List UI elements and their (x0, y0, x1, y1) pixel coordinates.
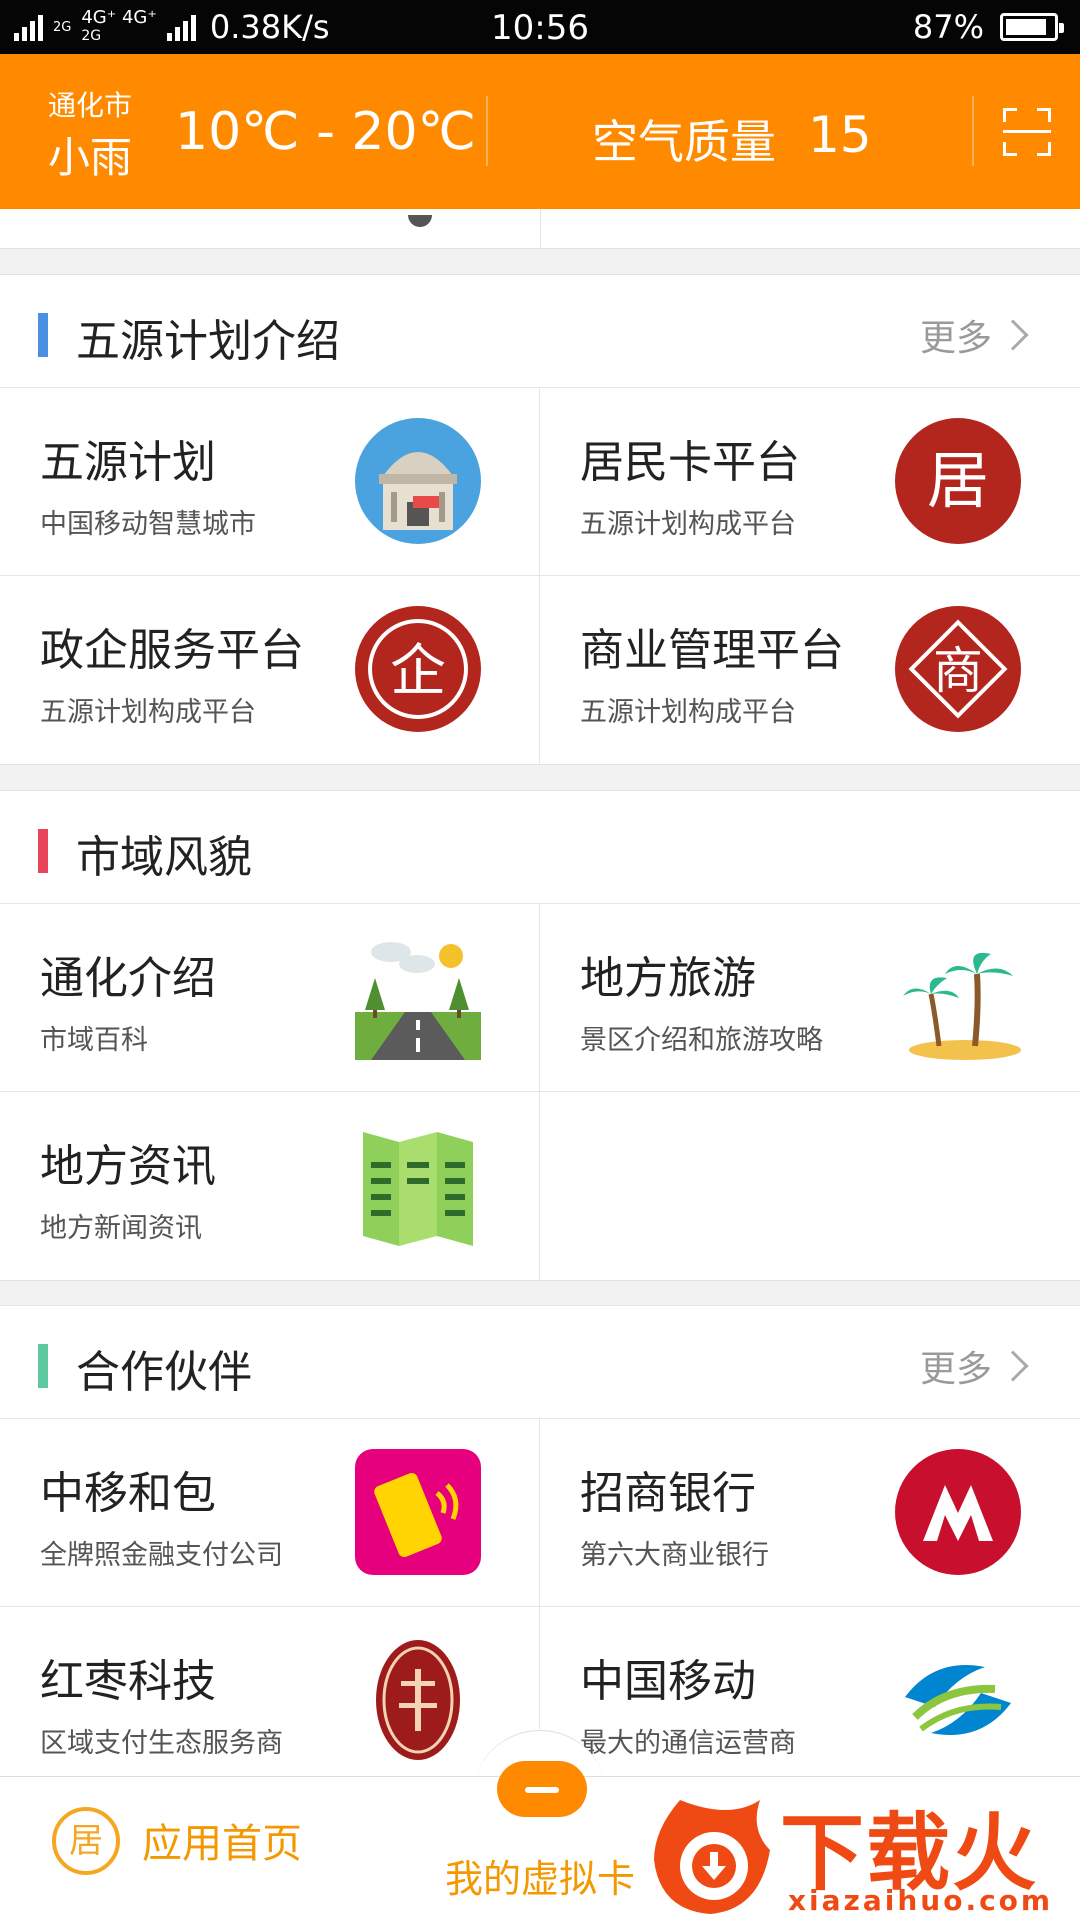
tile-title: 招商银行 (580, 1468, 756, 1519)
commerce-logo-icon: 商 (895, 606, 1021, 732)
cmb-logo-icon (895, 1449, 1021, 1575)
watermark-url: xiazaihuo.com (788, 1884, 1054, 1917)
air-quality-value: 15 (808, 106, 872, 164)
tab-virtual-card-label[interactable]: 我的虚拟卡 (445, 1848, 635, 1903)
tile-wuyuan-plan[interactable]: 五源计划 中国移动智慧城市 (0, 388, 540, 576)
tile-title: 政企服务平台 (40, 625, 304, 676)
tile-title: 中移和包 (40, 1468, 216, 1519)
section-partners: 合作伙伴 更多 中移和包 全牌照金融支付公司 招商银行 第六大商业银行 红枣科技… (0, 1305, 1080, 1795)
resident-logo-icon: 居 (895, 418, 1021, 544)
status-bar: 2G 4G⁺ 4G⁺ 2G 0.38K/s 10:56 87% (0, 0, 1080, 54)
more-label[interactable]: 更多 (920, 309, 992, 361)
city-name[interactable]: 通化市 (48, 84, 132, 124)
battery-icon (1000, 13, 1064, 41)
tile-subtitle: 第六大商业银行 (580, 1540, 769, 1571)
hebao-logo-icon (355, 1449, 481, 1575)
hongzao-logo-icon (376, 1640, 460, 1760)
enterprise-logo-icon: 企 (355, 606, 481, 732)
more-label[interactable]: 更多 (920, 1340, 992, 1392)
flame-logo-icon (654, 1800, 770, 1914)
tile-hongzao[interactable]: 红枣科技 区域支付生态服务商 (0, 1607, 540, 1795)
tile-subtitle: 区域支付生态服务商 (40, 1728, 283, 1759)
tile-subtitle: 全牌照金融支付公司 (40, 1540, 283, 1571)
tile-subtitle: 地方新闻资讯 (40, 1213, 202, 1244)
section-title: 市域风貌 (76, 832, 252, 883)
tile-title: 中国移动 (580, 1656, 756, 1707)
section-title: 五源计划介绍 (76, 316, 340, 367)
tile-title: 地方旅游 (580, 953, 756, 1004)
section-title: 合作伙伴 (76, 1347, 252, 1398)
tile-tonghua-intro[interactable]: 通化介绍 市域百科 (0, 904, 540, 1092)
section-plan: 五源计划介绍 更多 五源计划 中国移动智慧城市 居民卡平台 五源计划构成平台 居 (0, 274, 1080, 765)
header-divider (486, 96, 488, 166)
scan-icon[interactable] (1003, 108, 1051, 156)
tile-title: 商业管理平台 (580, 625, 844, 676)
chevron-right-icon (997, 1350, 1029, 1382)
tile-local-travel[interactable]: 地方旅游 景区介绍和旅游攻略 (540, 904, 1080, 1092)
map-brochure-icon (363, 1132, 473, 1246)
road-landscape-icon (355, 942, 481, 1060)
section-header: 市域风貌 (0, 791, 1080, 904)
tile-subtitle: 五源计划构成平台 (580, 509, 796, 540)
building-icon (355, 418, 481, 544)
temperature-range: 10℃ - 20℃ (175, 102, 476, 162)
tile-subtitle: 五源计划构成平台 (40, 697, 256, 728)
svg-text:企: 企 (390, 639, 446, 704)
partial-row (0, 209, 1080, 249)
tile-title: 红枣科技 (40, 1656, 216, 1707)
section-accent-bar (38, 313, 48, 357)
tile-commerce[interactable]: 商业管理平台 五源计划构成平台 商 (540, 576, 1080, 764)
battery-percent: 87% (912, 8, 984, 46)
header-divider-2 (972, 96, 974, 166)
battery-fill (1006, 19, 1046, 35)
svg-text:商: 商 (933, 642, 983, 700)
section-header: 五源计划介绍 更多 (0, 275, 1080, 388)
tile-gov-enterprise[interactable]: 政企服务平台 五源计划构成平台 企 (0, 576, 540, 764)
tile-subtitle: 最大的通信运营商 (580, 1728, 796, 1759)
tile-subtitle: 景区介绍和旅游攻略 (580, 1025, 823, 1056)
tile-china-mobile[interactable]: 中国移动 最大的通信运营商 (540, 1607, 1080, 1795)
section-city: 市域风貌 通化介绍 市域百科 地方旅游 景区介绍和旅游攻略 地方资讯 地方新闻资… (0, 790, 1080, 1281)
air-quality-label: 空气质量 (592, 115, 776, 169)
section-header: 合作伙伴 更多 (0, 1306, 1080, 1419)
more-link[interactable]: 更多 (920, 1340, 1029, 1392)
section-accent-bar (38, 1344, 48, 1388)
chevron-right-icon (997, 319, 1029, 351)
more-link[interactable]: 更多 (920, 309, 1029, 361)
tile-subtitle: 五源计划构成平台 (580, 697, 796, 728)
tile-empty (540, 1092, 1080, 1280)
china-mobile-logo-icon (905, 1665, 1011, 1735)
tile-resident-card[interactable]: 居民卡平台 五源计划构成平台 居 (540, 388, 1080, 576)
tile-hebao[interactable]: 中移和包 全牌照金融支付公司 (0, 1419, 540, 1607)
tile-title: 地方资讯 (40, 1141, 216, 1192)
tile-title: 通化介绍 (40, 953, 216, 1004)
section-accent-bar (38, 829, 48, 873)
virtual-card-icon[interactable] (497, 1761, 587, 1817)
weather-condition: 小雨 (48, 133, 133, 182)
svg-text:居: 居 (927, 444, 989, 517)
watermark: 下载火 xiazaihuo.com (640, 1780, 1080, 1920)
weather-header: 通化市 小雨 10℃ - 20℃ 空气质量 15 (0, 54, 1080, 209)
tile-cmb[interactable]: 招商银行 第六大商业银行 (540, 1419, 1080, 1607)
tile-title: 五源计划 (40, 437, 216, 488)
tile-subtitle: 市域百科 (40, 1025, 148, 1056)
tile-subtitle: 中国移动智慧城市 (40, 509, 256, 540)
tile-title: 居民卡平台 (580, 437, 800, 488)
palm-tree-icon (903, 952, 1021, 1060)
tile-local-news[interactable]: 地方资讯 地方新闻资讯 (0, 1092, 540, 1280)
